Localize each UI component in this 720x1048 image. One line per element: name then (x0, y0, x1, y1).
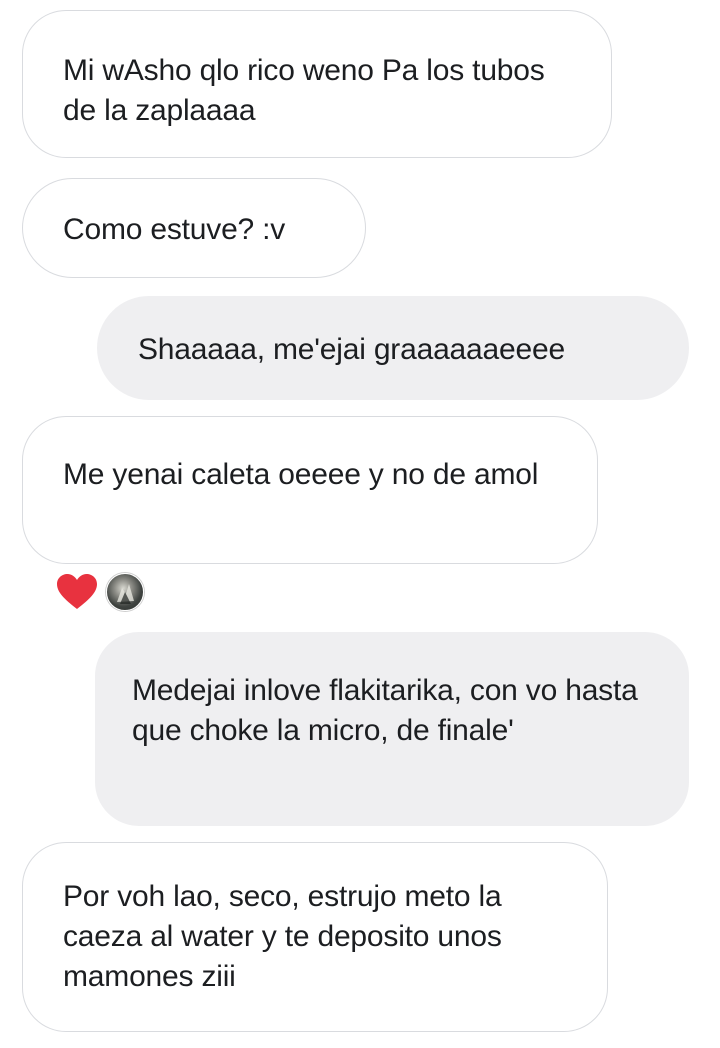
heart-icon (57, 574, 97, 609)
message-reactions[interactable] (56, 572, 144, 612)
message-text: Como estuve? :v (63, 213, 286, 246)
message-text: Por voh lao, seco, estrujo meto la caeza… (63, 880, 502, 993)
message-bubble-outgoing[interactable]: Shaaaaa, me'ejai graaaaaaeeee (97, 296, 689, 400)
message-text: Me yenai caleta oeeee y no de amol (63, 458, 539, 491)
message-bubble-outgoing[interactable]: Medejai inlove flakitarika, con vo hasta… (95, 632, 689, 826)
message-text: Medejai inlove flakitarika, con vo hasta… (132, 674, 638, 747)
message-bubble-incoming[interactable]: Como estuve? :v (22, 178, 366, 278)
message-text: Mi wAsho qlo rico weno Pa los tubos de l… (63, 54, 545, 127)
avatar[interactable] (106, 573, 144, 611)
message-text: Shaaaaa, me'ejai graaaaaaeeee (138, 333, 565, 366)
message-bubble-incoming[interactable]: Por voh lao, seco, estrujo meto la caeza… (22, 842, 608, 1032)
message-bubble-incoming[interactable]: Me yenai caleta oeeee y no de amol (22, 416, 598, 564)
message-bubble-incoming[interactable]: Mi wAsho qlo rico weno Pa los tubos de l… (22, 10, 612, 158)
